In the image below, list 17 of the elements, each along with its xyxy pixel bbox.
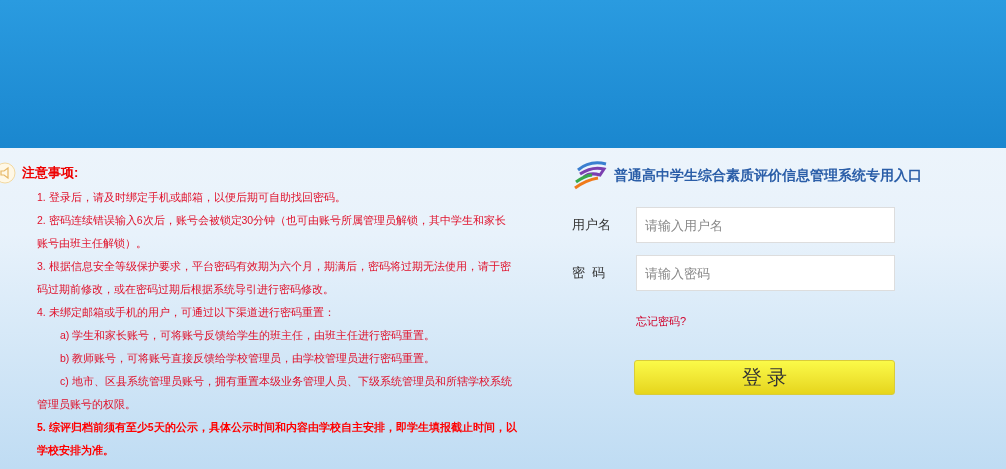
notice-subitem: c) 地市、区县系统管理员账号，拥有重置本级业务管理人员、下级系统管理员和所辖学校系统管理员账号的权限。 bbox=[37, 374, 513, 412]
notice-item: 5. 综评归档前须有至少5天的公示，具体公示时间和内容由学校自主安排，即学生填报截止时间，以学校安排为准。 bbox=[37, 420, 517, 458]
login-button[interactable]: 登 录 bbox=[634, 359, 895, 395]
notice-title: 注意事项: bbox=[22, 164, 79, 183]
speaker-icon bbox=[0, 162, 16, 184]
forgot-password-link[interactable]: 忘记密码? bbox=[636, 313, 687, 330]
system-title: 普通高中学生综合素质评价信息管理系统专用入口 bbox=[614, 165, 922, 185]
field-label: 用户名 bbox=[572, 216, 612, 235]
input-field[interactable]: 请输入密码 bbox=[636, 255, 895, 291]
input-field[interactable]: 请输入用户名 bbox=[636, 207, 895, 243]
notice-item: 2. 密码连续错误输入6次后，账号会被锁定30分钟（也可由账号所属管理员解锁，其中学生和家长账号由班主任解锁）。 bbox=[37, 213, 508, 251]
notice-item: 1. 登录后，请及时绑定手机或邮箱，以便后期可自助找回密码。 bbox=[37, 190, 347, 205]
notice-item: 3. 根据信息安全等级保护要求，平台密码有效期为六个月，期满后，密码将过期无法使用，请于密码过期前修改，或在密码过期后根据系统导引进行密码修改。 bbox=[37, 259, 512, 297]
notice-subitem: a) 学生和家长账号，可将账号反馈给学生的班主任，由班主任进行密码重置。 bbox=[59, 328, 437, 343]
notice-item: 4. 未绑定邮箱或手机的用户，可通过以下渠道进行密码重置： bbox=[37, 305, 336, 320]
field-label: 密 码 bbox=[572, 264, 607, 283]
notice-subitem: b) 教师账号，可将账号直接反馈给学校管理员，由学校管理员进行密码重置。 bbox=[59, 351, 437, 366]
